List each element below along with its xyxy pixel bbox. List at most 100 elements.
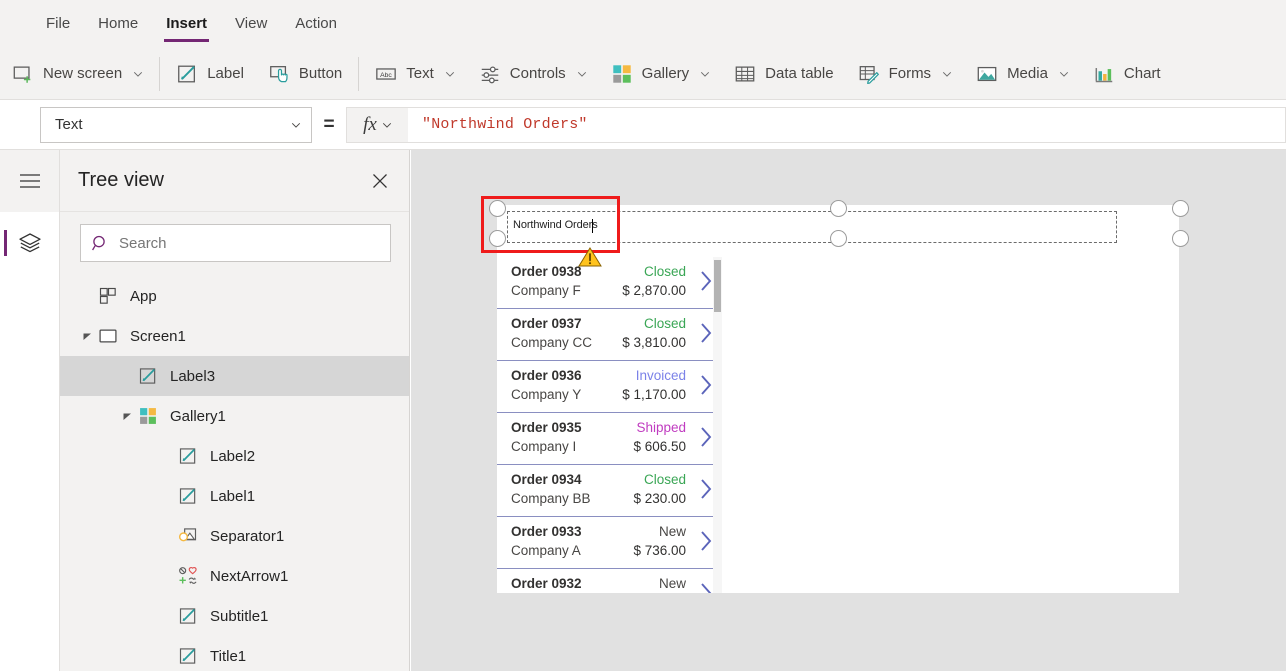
- ribbon-button-controls[interactable]: Controls: [467, 54, 599, 94]
- gallery-row-status: New: [658, 576, 686, 591]
- formula-bar: Text = fx "Northwind Orders": [0, 100, 1286, 150]
- ribbon-button-media[interactable]: Media: [964, 54, 1081, 94]
- chevron-down-icon: [942, 71, 952, 77]
- search-placeholder: Search: [119, 234, 167, 252]
- resize-handle-top-left[interactable]: [489, 200, 506, 217]
- tree-view-header: Tree view: [60, 150, 409, 212]
- gallery-row[interactable]: Order 0936 Invoiced Company Y $ 1,170.00: [497, 361, 722, 413]
- ribbon-separator: [159, 56, 161, 91]
- tree-node-gallery1[interactable]: Gallery1: [60, 396, 409, 436]
- chevron-down-icon: [382, 122, 391, 128]
- ribbon-button-data-table[interactable]: Data table: [722, 54, 845, 94]
- gallery-row-status: Closed: [643, 472, 686, 487]
- power-apps-studio-window: File Home Insert View Action New screen Label…: [0, 0, 1286, 671]
- app-canvas[interactable]: Northwind Orders Order 0938 Closed Company…: [411, 150, 1286, 671]
- gallery-row[interactable]: Order 0934 Closed Company BB $ 230.00: [497, 465, 722, 517]
- tree-node-label: Title1: [210, 647, 247, 665]
- fx-button[interactable]: fx: [346, 106, 408, 143]
- resize-handle-bottom-right[interactable]: [1172, 230, 1189, 247]
- menu-item-home[interactable]: Home: [84, 0, 152, 48]
- tree-node-title1[interactable]: Title1: [60, 636, 409, 671]
- svg-text:Abc: Abc: [380, 72, 392, 79]
- gallery-row-title: Order 0937: [511, 316, 582, 331]
- ribbon-button-label[interactable]: Label: [164, 54, 256, 94]
- resize-handle-top-right[interactable]: [1172, 200, 1189, 217]
- gallery-row-amount: $ 230.00: [633, 491, 686, 506]
- menu-item-insert[interactable]: Insert: [152, 0, 221, 48]
- ribbon-button-label: New screen: [43, 65, 123, 82]
- tree-node-screen1[interactable]: Screen1: [60, 316, 409, 356]
- gallery-row-status: Invoiced: [635, 368, 686, 383]
- tree-node-label3[interactable]: Label3: [60, 356, 409, 396]
- gallery1-control[interactable]: Order 0938 Closed Company F $ 2,870.00 Order…: [497, 257, 722, 593]
- twisty-placeholder: [160, 488, 176, 504]
- tree-node-label: Separator1: [210, 527, 285, 545]
- new-screen-icon: [13, 65, 31, 83]
- label3-text: Northwind Orders: [513, 219, 598, 231]
- tree-node-label: Gallery1: [170, 407, 226, 425]
- controls-sliders-icon: [481, 65, 499, 83]
- resize-handle-bottom-left[interactable]: [489, 230, 506, 247]
- ribbon-button-button[interactable]: Button: [256, 54, 354, 94]
- ribbon-button-forms[interactable]: Forms: [846, 54, 965, 94]
- resize-handle-top-center[interactable]: [830, 200, 847, 217]
- gallery-icon: [140, 408, 156, 424]
- hamburger-icon: [19, 174, 40, 188]
- separator-icon: [178, 528, 197, 542]
- tree-node-label2[interactable]: Label2: [60, 436, 409, 476]
- twisty-placeholder: [160, 568, 176, 584]
- formula-input[interactable]: "Northwind Orders": [408, 106, 1286, 143]
- ribbon-button-label: Text: [406, 65, 434, 82]
- tree-node-nextarrow1[interactable]: NextArrow1: [60, 556, 409, 596]
- ribbon-button-chart[interactable]: Chart: [1081, 54, 1173, 94]
- label-icon: [179, 488, 196, 504]
- ribbon-button-label: Media: [1007, 65, 1048, 82]
- tree-node-separator1[interactable]: Separator1: [60, 516, 409, 556]
- gallery-row[interactable]: Order 0935 Shipped Company I $ 606.50: [497, 413, 722, 465]
- property-select[interactable]: Text: [40, 106, 312, 143]
- tree-view-title: Tree view: [78, 169, 164, 191]
- resize-handle-bottom-center[interactable]: [830, 230, 847, 247]
- hamburger-menu-button[interactable]: [0, 150, 59, 212]
- menu-item-action[interactable]: Action: [281, 0, 351, 48]
- search-input[interactable]: Search: [80, 224, 391, 262]
- ribbon-button-label: Chart: [1123, 65, 1161, 82]
- gallery-scrollbar[interactable]: [713, 257, 722, 593]
- label-icon: [178, 65, 196, 82]
- tree-view-panel: Tree view Search App Screen1 Label3 Gallery…: [60, 150, 410, 671]
- gallery-row[interactable]: Order 0933 New Company A $ 736.00: [497, 517, 722, 569]
- tree-node-app[interactable]: App: [60, 276, 409, 316]
- label-icon: [179, 648, 196, 664]
- gallery-row[interactable]: Order 0937 Closed Company CC $ 3,810.00: [497, 309, 722, 361]
- label-icon: [179, 448, 196, 464]
- gallery-row[interactable]: Order 0932NewCompany K$ 800.00: [497, 569, 722, 593]
- gallery-row-amount: $ 1,170.00: [622, 387, 686, 402]
- twisty-expanded-icon[interactable]: [120, 408, 136, 424]
- tree-node-subtitle1[interactable]: Subtitle1: [60, 596, 409, 636]
- close-icon[interactable]: [369, 170, 391, 192]
- sidebar-item-tree-view[interactable]: [0, 212, 59, 274]
- tree-node-label: Label3: [170, 367, 216, 385]
- twisty-expanded-icon[interactable]: [80, 328, 96, 344]
- gallery-row-status: Shipped: [636, 420, 686, 435]
- ribbon-button-new-screen[interactable]: New screen: [0, 54, 155, 94]
- gallery-scroll-thumb[interactable]: [714, 260, 721, 312]
- tree-node-label1[interactable]: Label1: [60, 476, 409, 516]
- menu-item-file[interactable]: File: [32, 0, 84, 48]
- button-icon: [270, 65, 288, 82]
- ribbon-button-label: Gallery: [641, 65, 690, 82]
- twisty-placeholder: [160, 448, 176, 464]
- label3-selected-control[interactable]: Northwind Orders: [507, 211, 1117, 243]
- gallery-row-company: Company BB: [511, 491, 591, 506]
- gallery-row[interactable]: Order 0938 Closed Company F $ 2,870.00: [497, 257, 722, 309]
- tree-node-label: Label1: [210, 487, 256, 505]
- warning-triangle-icon[interactable]: [578, 246, 602, 268]
- ribbon-button-gallery[interactable]: Gallery: [599, 54, 723, 94]
- chevron-down-icon: [134, 71, 143, 77]
- tree-node-label: Subtitle1: [210, 607, 269, 625]
- ribbon-button-text[interactable]: Abc Text: [363, 54, 467, 94]
- menu-item-view[interactable]: View: [221, 0, 281, 48]
- chevron-down-icon: [445, 71, 454, 77]
- property-select-value: Text: [55, 116, 83, 133]
- text-abc-icon: Abc: [376, 67, 397, 80]
